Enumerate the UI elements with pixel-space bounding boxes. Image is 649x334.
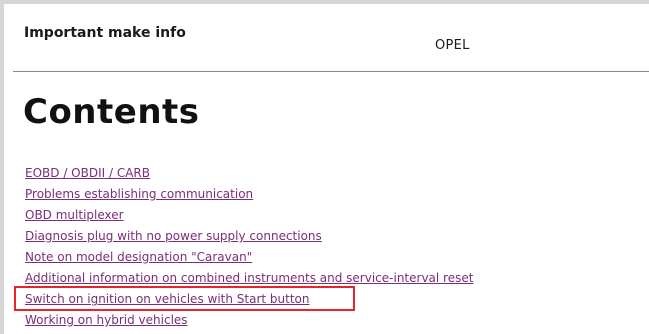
frame-top-border (0, 0, 649, 4)
list-item: Note on model designation "Caravan" (25, 245, 473, 266)
make-name: OPEL (435, 38, 470, 53)
link-combined-instruments-service-reset[interactable]: Additional information on combined instr… (25, 271, 473, 285)
link-obd-multiplexer[interactable]: OBD multiplexer (25, 208, 124, 222)
list-item: Switch on ignition on vehicles with Star… (25, 287, 473, 308)
list-item: OBD multiplexer (25, 203, 473, 224)
contents-list: EOBD / OBDII / CARB Problems establishin… (25, 161, 473, 329)
make-info-label: Important make info (24, 25, 186, 41)
frame-left-border (0, 0, 4, 334)
contents-heading: Contents (23, 92, 200, 132)
link-problems-establishing-communication[interactable]: Problems establishing communication (25, 187, 253, 201)
link-model-designation-caravan[interactable]: Note on model designation "Caravan" (25, 250, 252, 264)
list-item: Diagnosis plug with no power supply conn… (25, 224, 473, 245)
list-item: Problems establishing communication (25, 182, 473, 203)
link-switch-on-ignition-start-button[interactable]: Switch on ignition on vehicles with Star… (25, 292, 310, 306)
list-item: EOBD / OBDII / CARB (25, 161, 473, 182)
list-item: Working on hybrid vehicles (25, 308, 473, 329)
link-working-on-hybrid-vehicles[interactable]: Working on hybrid vehicles (25, 313, 188, 327)
make-info-header: Important make info OPEL (13, 19, 649, 72)
link-diagnosis-plug[interactable]: Diagnosis plug with no power supply conn… (25, 229, 322, 243)
list-item: Additional information on combined instr… (25, 266, 473, 287)
document-page: Important make info OPEL Contents EOBD /… (0, 0, 649, 334)
link-eobd-obdii-carb[interactable]: EOBD / OBDII / CARB (25, 166, 150, 180)
